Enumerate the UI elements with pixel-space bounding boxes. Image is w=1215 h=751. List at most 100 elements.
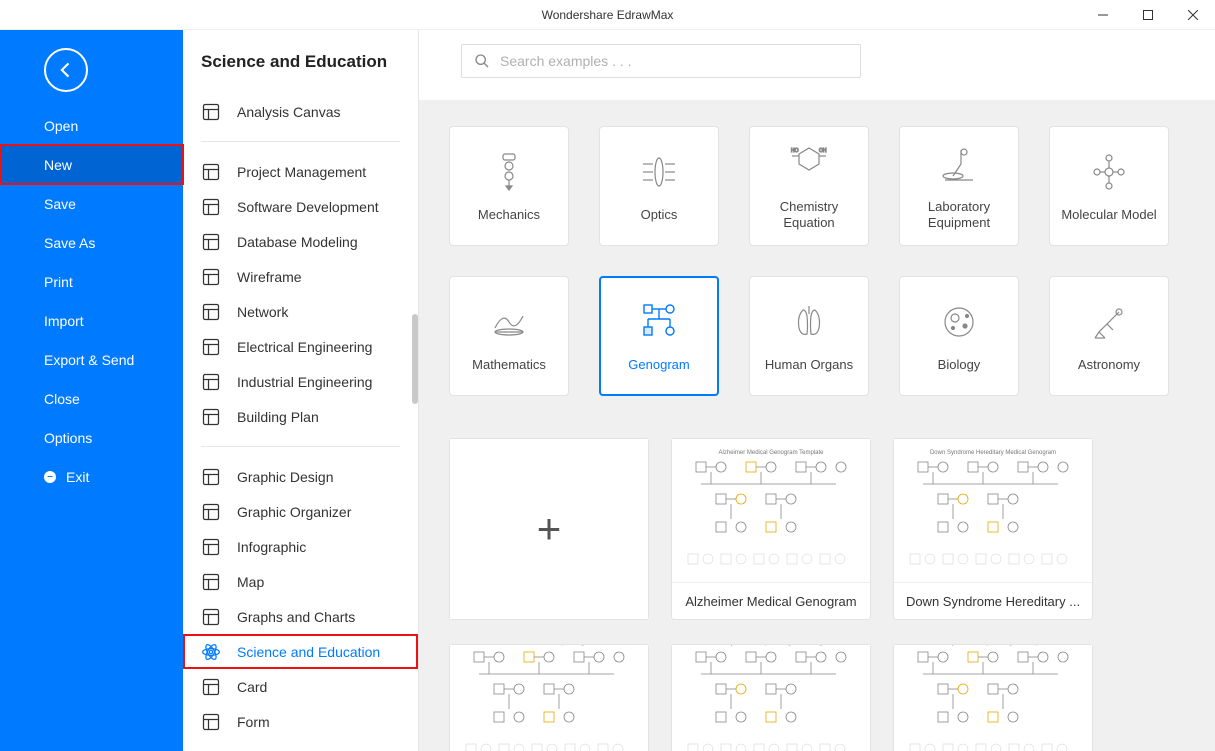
svg-text:Family Relationships Genogram: Family Relationships Genogram with Age — [716, 645, 826, 646]
template-tile-molecular-model[interactable]: Molecular Model — [1049, 126, 1169, 246]
category-icon — [201, 642, 221, 662]
category-icon — [201, 162, 221, 182]
category-label: Software Development — [237, 199, 379, 215]
category-item-analysis-canvas[interactable]: Analysis Canvas — [183, 94, 418, 129]
category-item-form[interactable]: Form — [183, 704, 418, 739]
category-label: Form — [237, 714, 270, 730]
file-menu-item-options[interactable]: Options — [0, 418, 183, 457]
category-label: Analysis Canvas — [237, 104, 341, 120]
category-label: Graphic Organizer — [237, 504, 351, 520]
category-label: Wireframe — [237, 269, 302, 285]
search-input[interactable] — [500, 53, 848, 69]
file-menu-item-new[interactable]: New — [0, 145, 183, 184]
optics-icon — [636, 149, 682, 195]
template-card[interactable]: Emotional Relationship Genogram — [449, 644, 649, 751]
category-item-electrical-engineering[interactable]: Electrical Engineering — [183, 329, 418, 364]
category-item-graphic-design[interactable]: Graphic Design — [183, 459, 418, 494]
chemistry-icon: HOOH — [786, 141, 832, 187]
category-icon — [201, 267, 221, 287]
category-label: Database Modeling — [237, 234, 358, 250]
template-card[interactable]: Down Syndrome Hereditary Medical Genogra… — [893, 438, 1093, 620]
scrollbar-thumb[interactable] — [412, 314, 418, 404]
template-thumbnail: Family Relationships Genogram with Age — [672, 645, 870, 751]
svg-text:Alzheimer Medical Genogram Tem: Alzheimer Medical Genogram Template — [719, 450, 825, 456]
category-item-software-development[interactable]: Software Development — [183, 189, 418, 224]
template-tile-human-organs[interactable]: Human Organs — [749, 276, 869, 396]
template-card[interactable]: Alzheimer Medical Genogram Template Alzh… — [671, 438, 871, 620]
menu-item-label: Print — [44, 274, 73, 290]
menu-item-label: Save As — [44, 235, 95, 251]
category-icon — [201, 607, 221, 627]
menu-item-label: Close — [44, 391, 80, 407]
template-tile-mechanics[interactable]: Mechanics — [449, 126, 569, 246]
category-item-database-modeling[interactable]: Database Modeling — [183, 224, 418, 259]
menu-item-label: Options — [44, 430, 92, 446]
category-item-wireframe[interactable]: Wireframe — [183, 259, 418, 294]
math-icon — [486, 299, 532, 345]
category-icon — [201, 502, 221, 522]
file-menu-item-close[interactable]: Close — [0, 379, 183, 418]
category-item-science-and-education[interactable]: Science and Education — [183, 634, 418, 669]
template-tile-mathematics[interactable]: Mathematics — [449, 276, 569, 396]
file-menu-item-save[interactable]: Save — [0, 184, 183, 223]
category-icon — [201, 337, 221, 357]
tile-label: Genogram — [624, 357, 693, 373]
category-item-map[interactable]: Map — [183, 564, 418, 599]
tile-label: Human Organs — [761, 357, 857, 373]
category-item-building-plan[interactable]: Building Plan — [183, 399, 418, 434]
template-label: Alzheimer Medical Genogram — [672, 583, 870, 619]
category-label: Network — [237, 304, 288, 320]
back-button[interactable] — [44, 48, 88, 92]
category-icon — [201, 102, 221, 122]
template-card[interactable]: Family Relationships Genogram with Age — [671, 644, 871, 751]
template-thumbnail: Family Relationships Genogram Template — [894, 645, 1092, 751]
file-menu-item-import[interactable]: Import — [0, 301, 183, 340]
category-item-industrial-engineering[interactable]: Industrial Engineering — [183, 364, 418, 399]
titlebar: Wondershare EdrawMax — [0, 0, 1215, 30]
template-tile-genogram[interactable]: Genogram — [599, 276, 719, 396]
category-label: Map — [237, 574, 264, 590]
template-card[interactable]: Family Relationships Genogram Template — [893, 644, 1093, 751]
file-menu-item-export-send[interactable]: Export & Send — [0, 340, 183, 379]
file-menu-item-save-as[interactable]: Save As — [0, 223, 183, 262]
template-card-new[interactable]: + — [449, 438, 649, 620]
file-menu-item-exit[interactable]: Exit — [0, 457, 183, 496]
category-label: Building Plan — [237, 409, 319, 425]
category-icon — [201, 302, 221, 322]
menu-item-label: Save — [44, 196, 76, 212]
category-item-project-management[interactable]: Project Management — [183, 154, 418, 189]
category-label: Science and Education — [237, 644, 380, 660]
category-icon — [201, 232, 221, 252]
menu-item-label: Exit — [66, 469, 89, 485]
category-label: Industrial Engineering — [237, 374, 372, 390]
lab-icon — [936, 141, 982, 187]
search-box[interactable] — [461, 44, 861, 78]
category-item-graphs-and-charts[interactable]: Graphs and Charts — [183, 599, 418, 634]
close-button[interactable] — [1170, 0, 1215, 30]
template-tile-optics[interactable]: Optics — [599, 126, 719, 246]
template-thumbnail: Alzheimer Medical Genogram Template — [672, 439, 870, 583]
maximize-button[interactable] — [1125, 0, 1170, 30]
file-menu-item-open[interactable]: Open — [0, 106, 183, 145]
category-separator — [201, 141, 400, 142]
template-thumbnail: + — [450, 439, 648, 619]
category-item-card[interactable]: Card — [183, 669, 418, 704]
search-icon — [474, 53, 490, 69]
minimize-button[interactable] — [1080, 0, 1125, 30]
menu-item-label: Export & Send — [44, 352, 134, 368]
template-tile-laboratory-equipment[interactable]: Laboratory Equipment — [899, 126, 1019, 246]
file-menu-item-print[interactable]: Print — [0, 262, 183, 301]
category-item-network[interactable]: Network — [183, 294, 418, 329]
menu-item-label: New — [44, 157, 72, 173]
template-tile-chemistry-equation[interactable]: HOOHChemistry Equation — [749, 126, 869, 246]
category-sidebar: Science and Education Analysis Canvas Pr… — [183, 30, 419, 751]
category-item-graphic-organizer[interactable]: Graphic Organizer — [183, 494, 418, 529]
template-tile-biology[interactable]: Biology — [899, 276, 1019, 396]
molecule-icon — [1086, 149, 1132, 195]
mechanics-icon — [486, 149, 532, 195]
template-tile-astronomy[interactable]: Astronomy — [1049, 276, 1169, 396]
category-icon — [201, 372, 221, 392]
category-item-infographic[interactable]: Infographic — [183, 529, 418, 564]
file-menu-sidebar: Open New Save Save As Print Import Export & Se… — [0, 30, 183, 751]
category-icon — [201, 677, 221, 697]
